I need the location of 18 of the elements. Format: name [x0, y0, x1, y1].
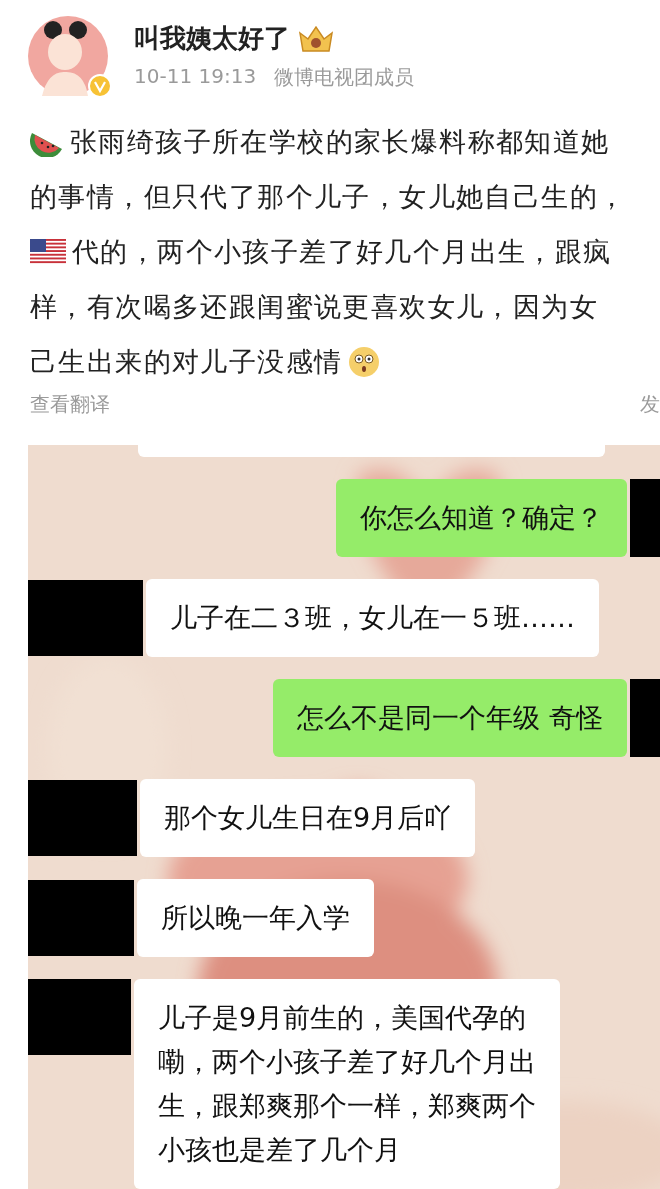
- post-text: 张雨绮孩子所在学校的家长爆料称都知道她: [70, 125, 610, 159]
- post-text: 样，有次喝多还跟闺蜜说更喜欢女儿，因为女: [30, 290, 598, 324]
- post-time: 10-11 19:13: [134, 64, 257, 90]
- surprised-face-icon: [348, 346, 381, 378]
- post-text: 的事情，但只代了那个儿子，女儿她自己生的，: [30, 180, 627, 214]
- flag-icon: [30, 239, 66, 265]
- chat-bubble: 儿子在二３班，女儿在一５班……: [146, 579, 599, 657]
- post-text: 代的，两个小孩子差了好几个月出生，跟疯: [72, 235, 612, 269]
- chat-bubble: 那个女儿生日在9月后吖: [140, 779, 476, 857]
- chat-bubble: 怎么不是同一个年级 奇怪: [273, 679, 627, 757]
- username[interactable]: 叫我姨太好了: [134, 21, 290, 56]
- avatar[interactable]: [28, 16, 108, 96]
- publish-info: 发: [640, 391, 660, 418]
- post-text: 己生出来的对儿子没感情: [30, 345, 343, 379]
- chat-bubble: 所以晚一年入学: [137, 879, 374, 957]
- post-source: 微博电视团成员: [274, 64, 415, 91]
- chat-bubble: 儿子是9月前生的，美国代孕的嘞，两个小孩子差了好几个月出生，跟郑爽那个一样，郑爽两个小孩也是差了几个月: [134, 979, 560, 1189]
- chat-bubble: 你怎么知道？确定？: [336, 479, 627, 557]
